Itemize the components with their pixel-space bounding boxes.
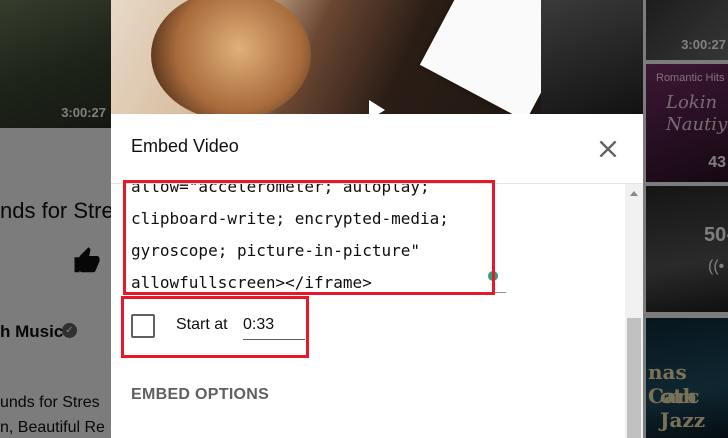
scroll-up-arrow-icon[interactable] <box>630 191 638 196</box>
play-icon[interactable] <box>369 100 385 114</box>
scrollbar-thumb[interactable] <box>627 318 641 438</box>
embed-options-heading: EMBED OPTIONS <box>131 386 270 403</box>
preview-figure <box>151 0 311 114</box>
video-preview <box>111 0 643 114</box>
close-icon[interactable] <box>595 136 621 162</box>
preview-piano <box>541 0 643 114</box>
highlight-box-embed-code <box>123 180 495 295</box>
embed-video-dialog: Embed Video allow="accelerometer; autopl… <box>111 0 643 438</box>
dialog-title: Embed Video <box>131 136 239 156</box>
highlight-box-start-at <box>121 296 309 358</box>
